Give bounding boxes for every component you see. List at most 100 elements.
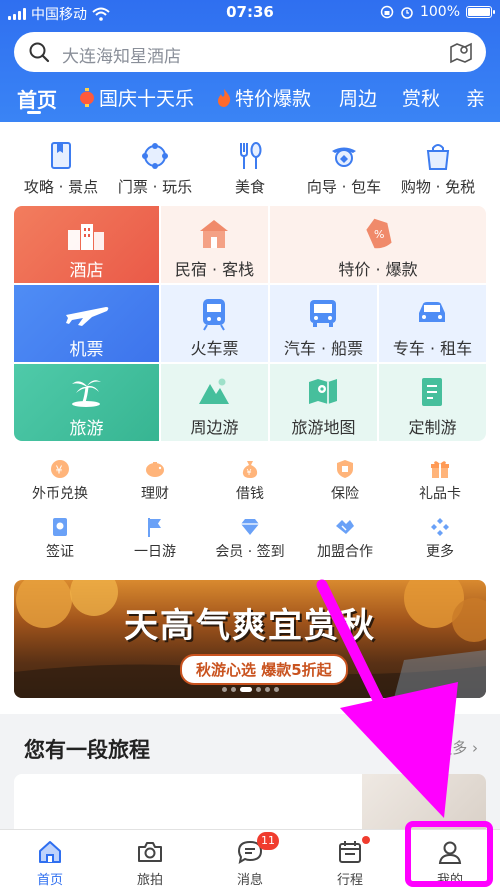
tab-travel-photo[interactable]: 旅拍 — [100, 838, 200, 888]
wealth-button[interactable]: 理财 — [105, 458, 205, 503]
ticket-icon — [142, 143, 168, 169]
highlight-box — [405, 821, 493, 887]
travel-tile[interactable]: 旅游 — [14, 364, 159, 441]
more-button[interactable]: 更多 — [390, 516, 490, 561]
svg-text:¥: ¥ — [247, 468, 252, 477]
deals-label: 特价 · 爆款 — [338, 260, 418, 279]
gift-card-button[interactable]: 礼品卡 — [390, 458, 490, 503]
battery-percent: 100% — [419, 4, 460, 20]
bus-ship-tile[interactable]: 汽车 · 船票 — [270, 285, 377, 362]
svg-text:¥: ¥ — [56, 464, 63, 477]
custom-tour-icon — [422, 378, 442, 406]
banner-subtitle: 秋游心选 爆款5折起 — [180, 654, 348, 685]
tab-messages[interactable]: 11 消息 — [200, 832, 300, 888]
search-input[interactable]: 大连海知星酒店 — [62, 42, 181, 67]
flights-tile[interactable]: 机票 — [14, 285, 159, 362]
price-tag-icon: % — [366, 218, 392, 249]
small-icon-rows: ¥ 外币兑换 理财 ¥ 借钱 保险 礼品卡 签证 一日游 会员 · 签到 加盟合… — [0, 458, 500, 568]
train-icon — [203, 299, 225, 331]
mountain-icon — [199, 378, 229, 404]
visa-button[interactable]: 签证 — [10, 516, 110, 561]
train-label: 火车票 — [190, 339, 239, 358]
car-rental-label: 专车 · 租车 — [392, 339, 473, 358]
header: 中国移动 07:36 100% 大连海知星酒店 首页 国庆十天乐 特价爆款 周边… — [0, 0, 500, 122]
tab-national-day[interactable]: 国庆十天乐 — [78, 84, 194, 111]
calendar-icon — [339, 841, 361, 863]
camera-icon — [138, 842, 162, 862]
food-icon — [240, 142, 262, 169]
more-grid-icon — [431, 518, 449, 536]
currency-exchange-button[interactable]: ¥ 外币兑换 — [10, 458, 110, 503]
tab-nearby[interactable]: 周边 — [339, 84, 377, 111]
insurance-button[interactable]: 保险 — [295, 458, 395, 503]
message-count-badge: 11 — [257, 832, 279, 850]
status-right: 100% — [380, 4, 495, 20]
deals-tile[interactable]: % 特价 · 爆款 — [270, 206, 486, 283]
guide-book-icon — [51, 142, 71, 169]
map-pin-icon[interactable] — [448, 39, 474, 65]
home-icon — [39, 841, 61, 863]
hotel-label: 酒店 — [69, 261, 104, 281]
search-icon — [29, 42, 50, 63]
tab-home[interactable]: 首页 — [17, 84, 57, 113]
service-grid: 酒店 民宿 · 客栈 % 特价 · 爆款 机票 火车票 汽车 · 船票 专车 ·… — [14, 206, 486, 441]
top-icon-row: 攻略 · 景点 门票 · 玩乐 美食 向导 · 包车 购物 · 免税 — [0, 140, 500, 200]
shield-icon — [337, 460, 353, 478]
custom-tour-tile[interactable]: 定制游 — [379, 364, 486, 441]
airplane-icon — [66, 307, 109, 326]
carousel-dots — [14, 687, 486, 692]
day-trip-button[interactable]: 一日游 — [105, 516, 205, 561]
tab-hot-deals[interactable]: 特价爆款 — [216, 84, 311, 111]
tab-family[interactable]: 亲 — [466, 84, 485, 111]
tab-autumn[interactable]: 赏秋 — [402, 84, 440, 111]
trip-more-link[interactable]: 更多 › — [437, 737, 478, 758]
travel-label: 旅游 — [69, 419, 104, 439]
bus-ship-label: 汽车 · 船票 — [283, 339, 364, 358]
money-bag-icon: ¥ — [242, 461, 258, 478]
car-rental-tile[interactable]: 专车 · 租车 — [379, 285, 486, 362]
custom-tour-label: 定制游 — [408, 418, 457, 437]
flights-label: 机票 — [69, 340, 104, 360]
guide-icon — [332, 147, 356, 167]
franchise-button[interactable]: 加盟合作 — [295, 516, 395, 561]
search-bar[interactable]: 大连海知星酒店 — [14, 32, 486, 72]
svg-text:%: % — [374, 228, 384, 241]
nearby-tile[interactable]: 周边游 — [161, 364, 268, 441]
promo-banner[interactable]: 天高气爽宜赏秋 秋游心选 爆款5折起 — [14, 580, 486, 698]
tickets-fun-button[interactable]: 门票 · 玩乐 — [107, 140, 203, 197]
nearby-label: 周边游 — [190, 418, 239, 437]
tab-itinerary[interactable]: 行程 — [300, 836, 400, 888]
travel-map-tile[interactable]: 旅游地图 — [270, 364, 377, 441]
guide-attractions-button[interactable]: 攻略 · 景点 — [13, 140, 109, 197]
loan-button[interactable]: ¥ 借钱 — [200, 458, 300, 503]
car-icon — [419, 302, 445, 322]
guide-charter-button[interactable]: 向导 · 包车 — [296, 140, 392, 197]
bus-icon — [310, 300, 336, 327]
handshake-icon — [336, 520, 354, 534]
piggy-bank-icon — [146, 462, 164, 477]
lantern-icon — [80, 87, 94, 107]
tab-active-indicator — [27, 111, 41, 114]
food-button[interactable]: 美食 — [202, 140, 298, 197]
hotel-icon — [68, 224, 104, 250]
status-bar: 中国移动 07:36 100% — [0, 0, 500, 26]
hotel-tile[interactable]: 酒店 — [14, 206, 159, 283]
passport-icon — [53, 518, 67, 536]
banner-title: 天高气爽宜赏秋 — [124, 606, 376, 646]
rotation-lock-icon — [380, 5, 394, 19]
shopping-duty-free-button[interactable]: 购物 · 免税 — [390, 140, 486, 197]
category-tabs: 首页 国庆十天乐 特价爆款 周边 赏秋 亲 — [0, 84, 500, 122]
flag-icon — [148, 518, 161, 537]
homestay-tile[interactable]: 民宿 · 客栈 — [161, 206, 268, 283]
train-tile[interactable]: 火车票 — [161, 285, 268, 362]
gift-icon — [431, 461, 449, 478]
diamond-icon — [241, 519, 259, 535]
map-icon — [309, 379, 337, 404]
alarm-icon — [401, 7, 413, 19]
shopping-bag-icon — [426, 144, 450, 170]
battery-icon — [466, 6, 495, 18]
trip-title: 您有一段旅程 — [24, 738, 150, 762]
member-checkin-button[interactable]: 会员 · 签到 — [200, 516, 300, 561]
fire-icon — [218, 88, 231, 107]
tab-home-bottom[interactable]: 首页 — [0, 838, 100, 888]
